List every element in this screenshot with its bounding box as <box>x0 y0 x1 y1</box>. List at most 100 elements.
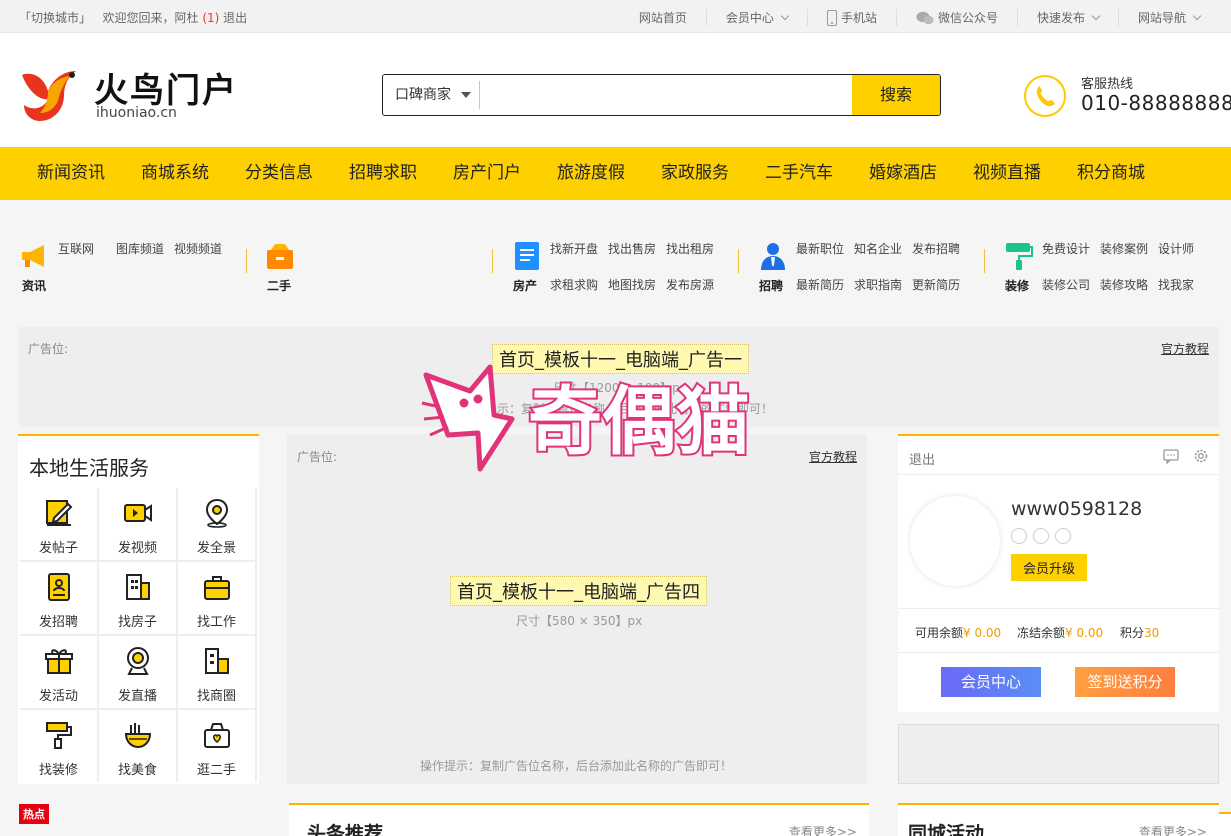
category-jobs-link[interactable]: 最新职位 <box>796 240 844 257</box>
category-deco-link[interactable]: 装修攻略 <box>1100 276 1148 293</box>
category-news-link[interactable]: 视频频道 <box>174 240 222 257</box>
search-button[interactable]: 搜索 <box>852 75 940 115</box>
category-house-link[interactable]: 找新开盘 <box>550 240 598 257</box>
service-item-recruit[interactable]: 发招聘 <box>20 562 97 634</box>
nav-item-news[interactable]: 新闻资讯 <box>19 147 123 200</box>
wechat-icon <box>916 11 934 24</box>
shops-icon <box>205 648 229 674</box>
category-news: 资讯 互联网 图库频道 视频频道 <box>18 211 248 317</box>
service-item-video[interactable]: 发视频 <box>99 488 176 560</box>
service-item-food[interactable]: 找美食 <box>99 710 176 782</box>
member-center-link[interactable]: 会员中心 <box>705 9 807 26</box>
top-bar: 东莞「切换城市」 欢迎您回来，阿杜 (1) 退出 网站首页 会员中心 手机站 微… <box>0 0 1231 836</box>
category-jobs-link[interactable]: 发布招聘 <box>912 240 960 257</box>
header: 火鸟门户 ihuoniao.cn 口碑商家 搜索 客服热线 010-888888… <box>0 33 1231 147</box>
category-jobs-link[interactable]: 最新简历 <box>796 276 844 293</box>
divider <box>898 608 1219 609</box>
category-deco-link[interactable]: 找我家 <box>1158 276 1194 293</box>
nav-item-jobs[interactable]: 招聘求职 <box>331 147 435 200</box>
category-jobs-link[interactable]: 知名企业 <box>854 240 902 257</box>
service-item-label: 发视频 <box>117 541 157 556</box>
nav-item-points-mall[interactable]: 积分商城 <box>1059 147 1163 200</box>
headline-more-link[interactable]: 查看更多>> <box>789 823 857 836</box>
tutorial-link[interactable]: 官方教程 <box>809 448 857 465</box>
home-link[interactable]: 网站首页 <box>620 9 706 26</box>
user-logout-link[interactable]: 退出 <box>909 449 935 468</box>
switch-city-link[interactable]: 「切换城市」 <box>19 11 91 25</box>
divider <box>898 652 1219 653</box>
category-news-link[interactable]: 图库频道 <box>116 240 164 257</box>
category-house-link[interactable]: 地图找房 <box>608 276 656 293</box>
avatar[interactable] <box>910 496 1000 586</box>
category-house-link[interactable]: 找出售房 <box>608 240 656 257</box>
service-item-shops[interactable]: 找商圈 <box>178 636 255 708</box>
category-deco-link[interactable]: 免费设计 <box>1042 240 1090 257</box>
search-category-select[interactable]: 口碑商家 <box>383 75 479 115</box>
category-jobs-link[interactable]: 求职指南 <box>854 276 902 293</box>
nav-item-homeservice[interactable]: 家政服务 <box>643 147 747 200</box>
balance-label: 可用余额 <box>915 626 964 640</box>
frozen-label: 冻结余额 <box>1017 626 1066 640</box>
category-house-link[interactable]: 找出租房 <box>666 240 714 257</box>
phone-icon <box>826 9 837 26</box>
site-logo[interactable]: 火鸟门户 ihuoniao.cn <box>18 61 238 125</box>
nav-item-house[interactable]: 房产门户 <box>435 147 539 200</box>
message-count[interactable]: (1) <box>202 11 219 25</box>
ad-banner-middle[interactable]: 广告位: 官方教程 首页_模板十一_电脑端_广告四 尺寸【580 × 350】p… <box>287 434 867 784</box>
service-item-label: 找美食 <box>117 763 157 778</box>
upgrade-button[interactable]: 会员升级 <box>1011 554 1088 581</box>
site-nav-link[interactable]: 网站导航 <box>1117 9 1219 26</box>
sign-in-button[interactable]: 签到送积分 <box>1075 667 1175 697</box>
category-house-link[interactable]: 求租求购 <box>550 276 598 293</box>
service-item-secondhand[interactable]: 逛二手 <box>178 710 255 782</box>
nav-item-mall[interactable]: 商城系统 <box>123 147 227 200</box>
category-news-link[interactable]: 互联网 <box>58 240 94 257</box>
nav-item-usedcar[interactable]: 二手汽车 <box>747 147 851 200</box>
ad-tip: 操作提示：复制广告位名称，后台添加此名称的广告即可！ <box>420 759 733 773</box>
site-nav-label: 网站导航 <box>1137 11 1186 25</box>
nav-item-wedding[interactable]: 婚嫁酒店 <box>851 147 955 200</box>
balance: 可用余额¥ 0.00 <box>915 624 1001 641</box>
nav-item-classifieds[interactable]: 分类信息 <box>227 147 331 200</box>
tutorial-link[interactable]: 官方教程 <box>1161 340 1209 357</box>
logout-link[interactable]: 退出 <box>223 11 247 25</box>
service-item-live[interactable]: 发直播 <box>99 636 176 708</box>
category-used-title[interactable]: 二手 <box>267 277 291 294</box>
city-events-title: 同城活动 <box>908 823 985 836</box>
category-deco-title[interactable]: 装修 <box>1005 277 1029 294</box>
welcome-text: 欢迎您回来，阿杜 <box>102 11 199 25</box>
service-item-label: 逛二手 <box>196 763 236 778</box>
category-news-title[interactable]: 资讯 <box>22 277 46 294</box>
wechat-link[interactable]: 微信公众号 <box>895 9 1017 26</box>
service-item-house[interactable]: 找房子 <box>99 562 176 634</box>
balance-value: ¥ 0.00 <box>963 626 1002 640</box>
service-item-panorama[interactable]: 发全景 <box>178 488 255 560</box>
ad-slot-name: 首页_模板十一_电脑端_广告四 <box>450 576 707 606</box>
category-deco-link[interactable]: 装修公司 <box>1042 276 1090 293</box>
category-jobs-link[interactable]: 更新简历 <box>912 276 960 293</box>
category-house-title[interactable]: 房产 <box>513 277 537 294</box>
nav-item-live[interactable]: 视频直播 <box>955 147 1059 200</box>
category-jobs-title[interactable]: 招聘 <box>759 277 783 294</box>
ad-banner-top[interactable]: 广告位: 官方教程 首页_模板十一_电脑端_广告一 尺寸【1200 × 100】… <box>18 327 1219 427</box>
person-verify-icon <box>1011 528 1027 544</box>
member-center-button[interactable]: 会员中心 <box>941 667 1041 697</box>
category-house-link[interactable]: 发布房源 <box>666 276 714 293</box>
search-input[interactable] <box>483 75 851 115</box>
city-events-more-link[interactable]: 查看更多>> <box>1139 823 1207 836</box>
briefcase-icon <box>204 576 230 600</box>
mobile-site-link[interactable]: 手机站 <box>806 9 896 26</box>
category-deco-link[interactable]: 装修案例 <box>1100 240 1148 257</box>
service-item-post[interactable]: 发帖子 <box>20 488 97 560</box>
message-icon[interactable] <box>1163 448 1179 464</box>
category-deco-link[interactable]: 设计师 <box>1158 240 1194 257</box>
gear-icon[interactable] <box>1193 448 1209 464</box>
bird-logo-icon <box>22 71 76 121</box>
points-value: 30 <box>1144 626 1160 640</box>
quick-publish-link[interactable]: 快速发布 <box>1016 9 1118 26</box>
service-item-deco[interactable]: 找装修 <box>20 710 97 782</box>
nav-item-travel[interactable]: 旅游度假 <box>539 147 643 200</box>
main-nav: 新闻资讯 商城系统 分类信息 招聘求职 房产门户 旅游度假 家政服务 二手汽车 … <box>0 147 1231 200</box>
service-item-job[interactable]: 找工作 <box>178 562 255 634</box>
service-item-event[interactable]: 发活动 <box>20 636 97 708</box>
